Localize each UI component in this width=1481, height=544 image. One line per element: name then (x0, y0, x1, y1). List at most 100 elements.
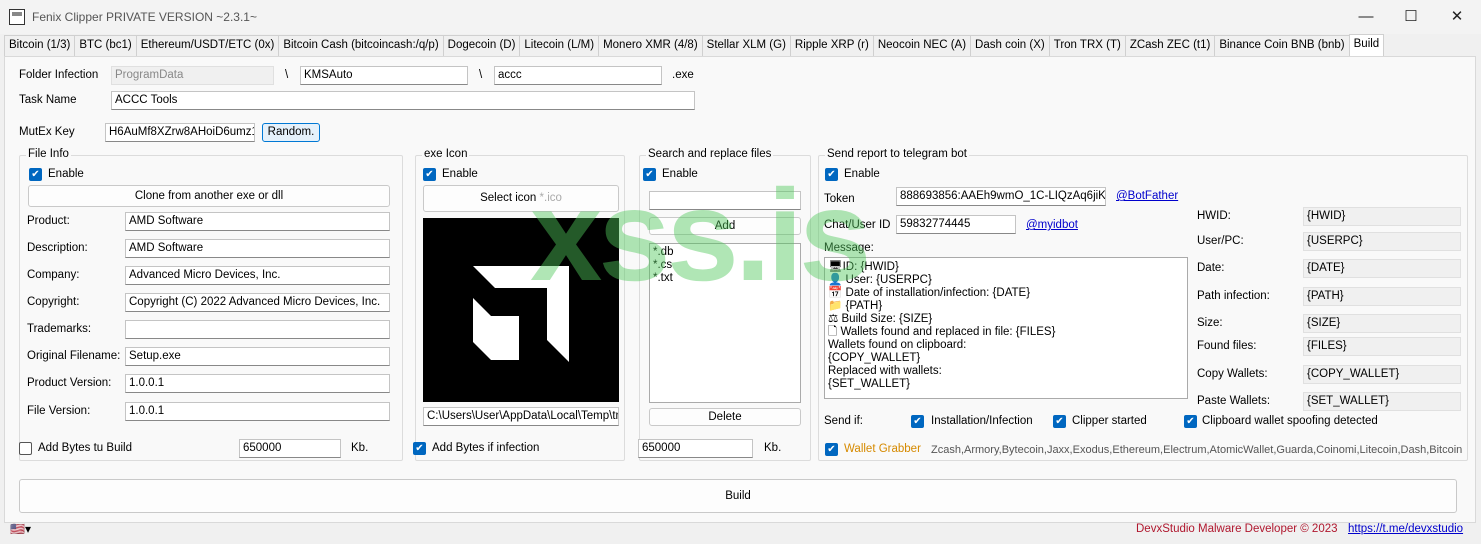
app-icon (9, 9, 25, 25)
tab-9[interactable]: Neocoin NEC (A) (872, 35, 972, 56)
file-info-field-input[interactable]: AMD Software (125, 239, 390, 258)
message-line: 🖥ID: {HWID} (828, 261, 899, 273)
file-info-field-input[interactable] (125, 320, 390, 339)
report-var-label: HWID: (1197, 210, 1231, 222)
message-line: {COPY_WALLET} (828, 352, 921, 364)
botfather-link[interactable]: @BotFather (1116, 190, 1178, 202)
chat-id-input[interactable]: 59832774445 (896, 215, 1016, 234)
watermark: xss.is (530, 162, 871, 308)
credit-text: DevxStudio Malware Developer © 2023 (1136, 523, 1338, 535)
clone-exe-button[interactable]: Clone from another exe or dll (28, 185, 390, 207)
exe-name-input[interactable]: accc (494, 66, 662, 85)
report-var-label: User/PC: (1197, 235, 1244, 247)
subfolder-input[interactable]: KMSAuto (300, 66, 468, 85)
window-title: Fenix Clipper PRIVATE VERSION ~2.3.1~ (32, 10, 257, 24)
kb-label-build: Kb. (351, 442, 369, 454)
file-info-enable-label: Enable (48, 168, 84, 180)
send-if-spoof-checkbox[interactable]: ✔ (1184, 415, 1197, 428)
file-info-field-input[interactable]: 1.0.0.1 (125, 374, 390, 393)
token-input[interactable]: 888693856:AAEh9wmO_1C-LIQzAq6jiK8G (896, 187, 1106, 206)
file-info-title: File Info (26, 148, 71, 160)
add-bytes-build-input[interactable]: 650000 (239, 439, 341, 458)
select-icon-label: Select icon (480, 192, 537, 204)
send-if-started-label: Clipper started (1072, 415, 1147, 427)
exe-extension-label: .exe (672, 69, 694, 81)
mutex-key-input[interactable]: H6AuMf8XZrw8AHoiD6umz1c (105, 123, 255, 142)
wallet-grabber-checkbox[interactable]: ✔ (825, 443, 838, 456)
tab-12[interactable]: ZCash ZEC (t1) (1124, 35, 1216, 56)
search-replace-title: Search and replace files (646, 148, 774, 160)
file-info-field-label: Original Filename: (27, 350, 121, 362)
tab-8[interactable]: Ripple XRP (r) (789, 35, 874, 56)
report-var-value: {COPY_WALLET} (1303, 365, 1461, 384)
file-info-field-input[interactable]: AMD Software (125, 212, 390, 231)
file-info-field-label: Product: (27, 215, 70, 227)
exe-icon-enable-checkbox[interactable]: ✔ (423, 168, 436, 181)
devxstudio-link[interactable]: https://t.me/devxstudio (1348, 523, 1463, 535)
file-info-field-input[interactable]: 1.0.0.1 (125, 402, 390, 421)
exe-icon-enable-label: Enable (442, 168, 478, 180)
message-line: 👤 User: {USERPC} (828, 274, 932, 286)
report-var-value: {HWID} (1303, 207, 1461, 226)
tab-6[interactable]: Monero XMR (4/8) (598, 35, 703, 56)
report-var-value: {USERPC} (1303, 232, 1461, 251)
tab-7[interactable]: Stellar XLM (G) (701, 35, 791, 56)
file-info-field-input[interactable]: Advanced Micro Devices, Inc. (125, 266, 390, 285)
coin-tabs: Bitcoin (1/3) BTC (bc1) Ethereum/USDT/ETC … (4, 34, 1385, 56)
folder-select[interactable]: ProgramData (111, 66, 274, 85)
file-info-field-label: Product Version: (27, 377, 112, 389)
report-var-value: {PATH} (1303, 287, 1461, 306)
build-button[interactable]: Build (19, 479, 1457, 513)
task-name-input[interactable]: ACCC Tools (111, 91, 695, 110)
path-separator-2: \ (479, 69, 483, 81)
tab-10[interactable]: Dash coin (X) (970, 35, 1050, 56)
report-var-value: {SET_WALLET} (1303, 392, 1461, 411)
tab-5[interactable]: Litecoin (L/M) (519, 35, 600, 56)
task-name-label: Task Name (19, 94, 77, 106)
kb-label-infection: Kb. (764, 442, 782, 454)
report-var-label: Copy Wallets: (1197, 368, 1268, 380)
tab-13[interactable]: Binance Coin BNB (bnb) (1214, 35, 1350, 56)
maximize-button[interactable]: ☐ (1388, 0, 1434, 34)
send-if-install-checkbox[interactable]: ✔ (911, 415, 924, 428)
minimize-button[interactable]: — (1343, 0, 1389, 34)
report-var-label: Size: (1197, 317, 1223, 329)
report-var-label: Paste Wallets: (1197, 395, 1271, 407)
report-var-label: Path infection: (1197, 290, 1270, 302)
icon-path-input[interactable]: C:\Users\User\AppData\Local\Temp\tn (423, 407, 619, 426)
message-line: 🗋 Wallets found and replaced in file: {F… (828, 326, 1056, 338)
tab-3[interactable]: Bitcoin Cash (bitcoincash:/q/p) (278, 35, 444, 56)
tab-2[interactable]: Ethereum/USDT/ETC (0x) (135, 35, 280, 56)
message-textarea[interactable]: 🖥ID: {HWID} 👤 User: {USERPC} 📅 Date of ins… (824, 257, 1188, 399)
myidbot-link[interactable]: @myidbot (1026, 219, 1078, 231)
add-bytes-build-checkbox[interactable] (19, 442, 32, 455)
report-var-value: {DATE} (1303, 259, 1461, 278)
tab-0[interactable]: Bitcoin (1/3) (4, 35, 76, 56)
language-flag-icon[interactable]: 🇺🇸▾ (10, 522, 31, 536)
tab-1[interactable]: BTC (bc1) (74, 35, 137, 56)
file-info-enable-checkbox[interactable]: ✔ (29, 168, 42, 181)
delete-pattern-button[interactable]: Delete (649, 408, 801, 426)
random-mutex-button[interactable]: Random. (262, 123, 320, 142)
file-info-field-label: File Version: (27, 405, 91, 417)
file-info-field-input[interactable]: Copyright (C) 2022 Advanced Micro Device… (125, 293, 390, 312)
add-bytes-infection-checkbox[interactable]: ✔ (413, 442, 426, 455)
file-info-field-label: Description: (27, 242, 88, 254)
message-line: Wallets found on clipboard: (828, 339, 967, 351)
send-if-started-checkbox[interactable]: ✔ (1053, 415, 1066, 428)
send-if-spoof-label: Clipboard wallet spoofing detected (1202, 415, 1378, 427)
tab-4[interactable]: Dogecoin (D) (442, 35, 521, 56)
file-info-field-input[interactable]: Setup.exe (125, 347, 390, 366)
tab-14[interactable]: Build (1348, 34, 1385, 56)
close-button[interactable]: ✕ (1434, 0, 1480, 34)
exe-icon-title: exe Icon (422, 148, 470, 160)
app-window: Fenix Clipper PRIVATE VERSION ~2.3.1~ — … (0, 0, 1481, 544)
add-bytes-infection-label: Add Bytes if infection (432, 442, 540, 454)
message-line: ⚖ Build Size: {SIZE} (828, 313, 933, 325)
wallet-grabber-list: Zcash,Armory,Bytecoin,Jaxx,Exodus,Ethere… (931, 444, 1463, 456)
tab-11[interactable]: Tron TRX (T) (1048, 35, 1126, 56)
message-line: 📁 {PATH} (828, 300, 883, 312)
telegram-title: Send report to telegram bot (825, 148, 969, 160)
add-bytes-infection-input[interactable]: 650000 (638, 439, 753, 458)
folder-infection-label: Folder Infection (19, 69, 99, 81)
